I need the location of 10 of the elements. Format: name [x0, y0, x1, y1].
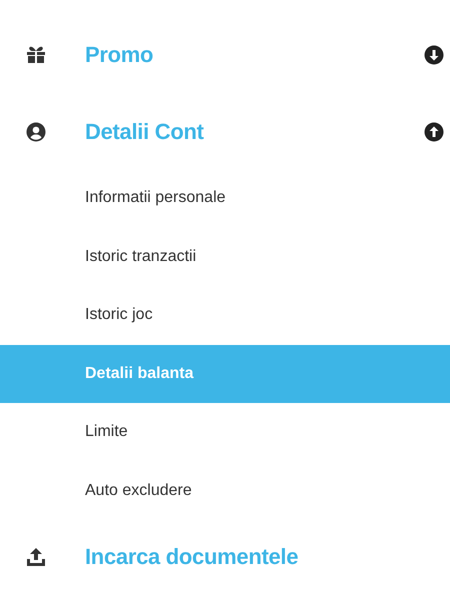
user-circle-icon — [26, 122, 46, 142]
submenu-item[interactable]: Istoric joc — [0, 286, 450, 344]
submenu-item[interactable]: Istoric tranzactii — [0, 228, 450, 286]
submenu-item[interactable]: Auto excludere — [0, 462, 450, 520]
gift-icon — [26, 46, 46, 64]
submenu-item[interactable]: Informatii personale — [0, 169, 450, 228]
arrow-down-circle-icon[interactable] — [424, 45, 444, 65]
upload-icon — [26, 548, 46, 566]
submenu-item[interactable]: Limite — [0, 403, 450, 462]
arrow-up-circle-icon[interactable] — [424, 122, 444, 142]
